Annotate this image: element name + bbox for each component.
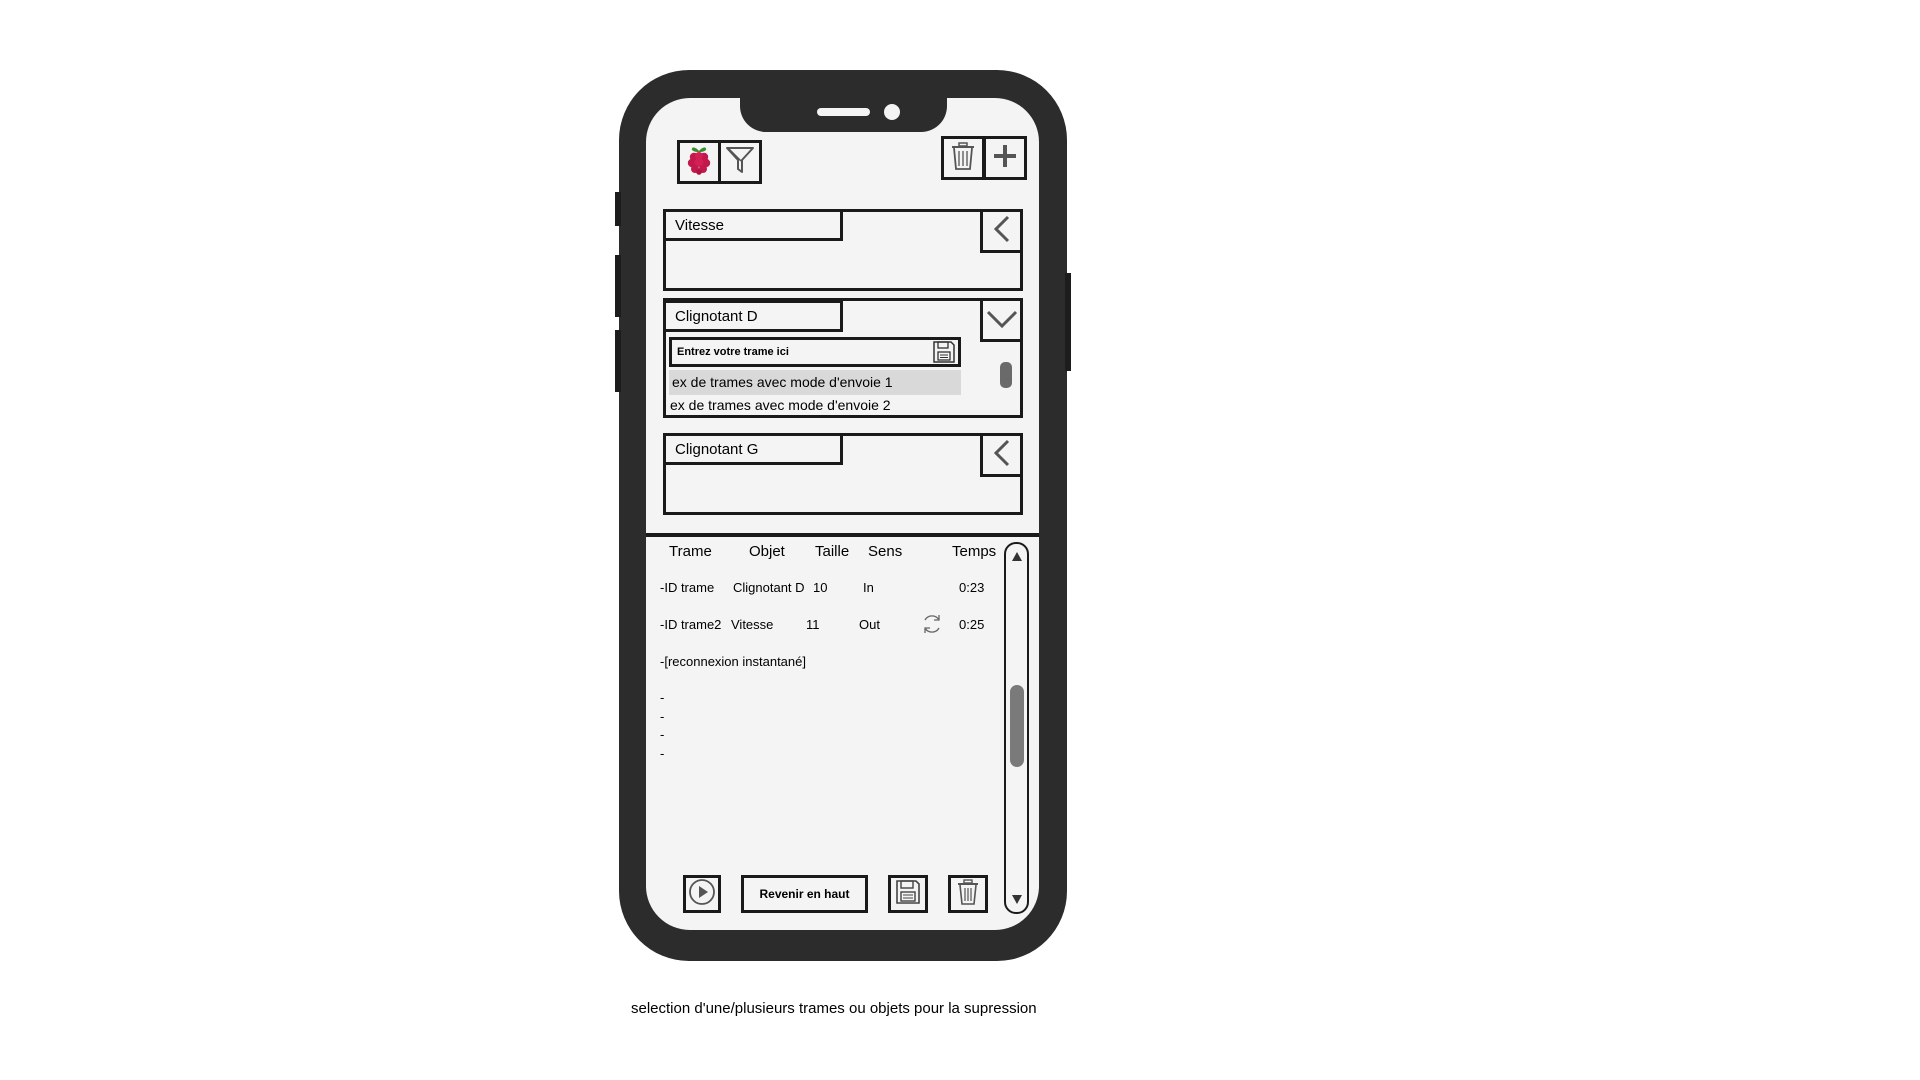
expand-button-clignotant-g[interactable] xyxy=(980,433,1023,477)
chevron-down-icon xyxy=(985,307,1019,334)
phone-volume-down xyxy=(615,330,621,392)
object-name-vitesse[interactable]: Vitesse xyxy=(663,209,843,241)
phone-camera xyxy=(884,104,900,120)
log-row-temps: 0:25 xyxy=(959,617,985,632)
column-header-objet: Objet xyxy=(749,543,785,560)
phone-side-button xyxy=(615,192,621,226)
log-empty-row: - xyxy=(660,690,665,705)
filter-button[interactable] xyxy=(718,140,762,184)
phone-power-button xyxy=(1065,273,1071,371)
expand-button-vitesse[interactable] xyxy=(980,209,1023,253)
log-scrollbar-thumb[interactable] xyxy=(1010,685,1024,767)
frame-list-scrollbar[interactable] xyxy=(1000,362,1012,388)
log-row-trame[interactable]: -ID trame xyxy=(660,580,714,595)
plus-icon xyxy=(991,142,1019,175)
trash-icon xyxy=(950,141,976,176)
log-row-taille: 11 xyxy=(806,617,820,632)
chevron-left-icon xyxy=(990,214,1014,249)
frame-input[interactable]: Entrez votre trame ici xyxy=(669,337,961,367)
delete-log-button[interactable] xyxy=(948,875,988,913)
back-to-top-button[interactable]: Revenir en haut xyxy=(741,875,868,913)
save-frame-button[interactable] xyxy=(932,340,956,364)
log-empty-row: - xyxy=(660,709,665,724)
column-header-temps: Temps xyxy=(952,543,997,560)
delete-button[interactable] xyxy=(941,136,985,180)
log-row-objet[interactable]: Clignotant D xyxy=(733,580,805,595)
raspberry-icon xyxy=(685,145,713,180)
frame-list-item[interactable]: ex de trames avec mode d'envoie 1 xyxy=(669,370,961,395)
save-log-button[interactable] xyxy=(888,875,928,913)
log-event[interactable]: -[reconnexion instantané] xyxy=(660,654,806,669)
log-row-sens: Out xyxy=(859,617,880,632)
frame-list-item[interactable]: ex de trames avec mode d'envoie 2 xyxy=(669,395,961,415)
play-button[interactable] xyxy=(683,875,721,913)
log-row-temps: 0:23 xyxy=(959,580,985,595)
section-divider xyxy=(646,533,1039,537)
log-row-taille: 10 xyxy=(813,580,828,595)
chevron-left-icon xyxy=(990,438,1014,473)
frame-input-placeholder: Entrez votre trame ici xyxy=(677,346,789,358)
column-header-sens: Sens xyxy=(868,543,903,560)
scroll-up-arrow-icon[interactable] xyxy=(1011,550,1023,562)
phone-speaker xyxy=(817,108,870,116)
play-icon xyxy=(688,878,716,911)
column-header-trame: Trame xyxy=(669,543,712,560)
log-row-sens: In xyxy=(863,580,874,595)
log-row-objet[interactable]: Vitesse xyxy=(731,617,773,632)
floppy-disk-icon xyxy=(895,879,921,910)
object-name-clignotant-d[interactable]: Clignotant D xyxy=(663,300,843,332)
scroll-down-arrow-icon[interactable] xyxy=(1011,892,1023,904)
column-header-taille: Taille xyxy=(815,543,850,560)
collapse-button-clignotant-d[interactable] xyxy=(980,298,1023,342)
object-name-clignotant-g[interactable]: Clignotant G xyxy=(663,433,843,465)
trash-icon xyxy=(956,878,980,911)
floppy-disk-icon xyxy=(932,341,956,368)
log-empty-row: - xyxy=(660,727,665,742)
filter-icon xyxy=(725,145,755,180)
log-empty-row: - xyxy=(660,746,665,761)
caption: selection d'une/plusieurs trames ou obje… xyxy=(631,1000,1037,1017)
raspberry-button[interactable] xyxy=(677,140,721,184)
log-row-trame[interactable]: -ID trame2 xyxy=(660,617,721,632)
add-button[interactable] xyxy=(983,136,1027,180)
refresh-icon xyxy=(920,615,944,640)
resend-button[interactable] xyxy=(920,612,944,636)
phone-volume-up xyxy=(615,255,621,317)
